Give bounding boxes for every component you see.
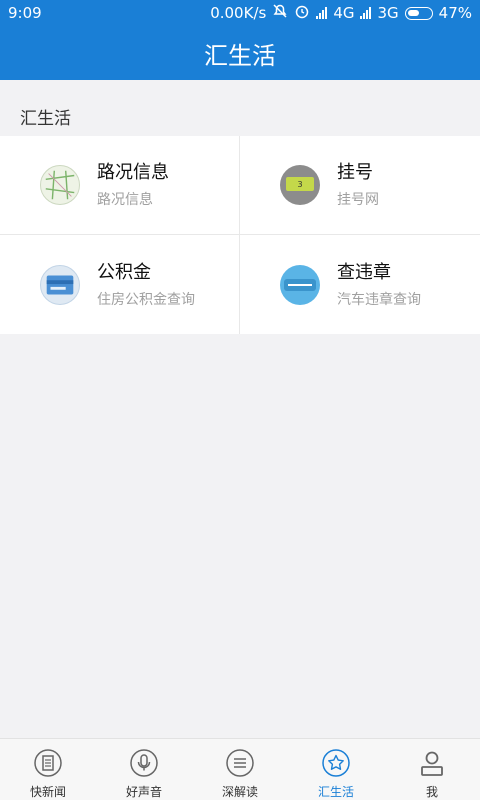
service-subtitle: 汽车违章查询	[337, 291, 421, 308]
battery-level: 47%	[438, 4, 472, 22]
map-icon	[40, 165, 80, 205]
network-type-1: 4G	[333, 4, 355, 22]
tab-me[interactable]: 我	[384, 739, 480, 800]
tab-life[interactable]: 汇生活	[288, 739, 384, 800]
user-icon	[417, 748, 447, 778]
network-speed: 0.00K/s	[210, 4, 267, 22]
registration-icon: 3	[280, 165, 320, 205]
tab-label: 快新闻	[29, 785, 66, 799]
alarm-icon	[294, 3, 310, 23]
status-right: 0.00K/s 4G 3G 47%	[210, 3, 472, 23]
tab-voice[interactable]: 好声音	[96, 739, 192, 800]
service-traffic-violation[interactable]: 查违章 汽车违章查询	[240, 235, 480, 334]
tab-label: 我	[425, 785, 438, 799]
service-title: 查违章	[337, 261, 391, 283]
battery-icon	[404, 6, 433, 20]
service-title: 公积金	[97, 261, 151, 283]
service-subtitle: 路况信息	[97, 192, 153, 208]
bottom-tab-bar: 快新闻 好声音 深解读 汇生活 我	[0, 738, 480, 800]
service-housing-fund[interactable]: 公积金 住房公积金查询	[0, 235, 240, 334]
mute-icon	[272, 3, 288, 23]
tab-analysis[interactable]: 深解读	[192, 739, 288, 800]
service-traffic-info[interactable]: 路况信息 路况信息	[0, 136, 240, 235]
service-title: 挂号	[337, 162, 373, 183]
star-icon	[321, 748, 351, 778]
tab-label: 深解读	[221, 785, 258, 799]
tab-label: 好声音	[125, 785, 162, 799]
service-title: 路况信息	[97, 162, 169, 183]
service-registration[interactable]: 3 挂号 挂号网	[240, 136, 480, 235]
traffic-violation-icon	[280, 264, 320, 305]
svg-text:3: 3	[297, 180, 302, 189]
service-subtitle: 住房公积金查询	[97, 291, 195, 308]
list-icon	[225, 748, 255, 778]
housing-fund-icon	[40, 264, 80, 305]
service-subtitle: 挂号网	[337, 192, 379, 208]
network-type-2: 3G	[377, 4, 399, 22]
section-title: 汇生活	[20, 109, 71, 129]
signal-icon-2	[360, 7, 372, 19]
status-time: 9:09	[8, 4, 42, 22]
microphone-icon	[129, 748, 159, 778]
status-bar: 9:09 0.00K/s 4G 3G 47%	[0, 0, 480, 26]
services-grid: 路况信息 路况信息 3 挂号 挂号网 公积金 住房公积金查询 查违章 汽车违章查…	[0, 136, 480, 334]
tab-label: 汇生活	[317, 785, 354, 799]
tab-news[interactable]: 快新闻	[0, 739, 96, 800]
page-title: 汇生活	[204, 41, 276, 70]
news-icon	[33, 748, 63, 778]
page-header: 汇生活	[0, 26, 480, 80]
signal-icon	[316, 7, 328, 19]
